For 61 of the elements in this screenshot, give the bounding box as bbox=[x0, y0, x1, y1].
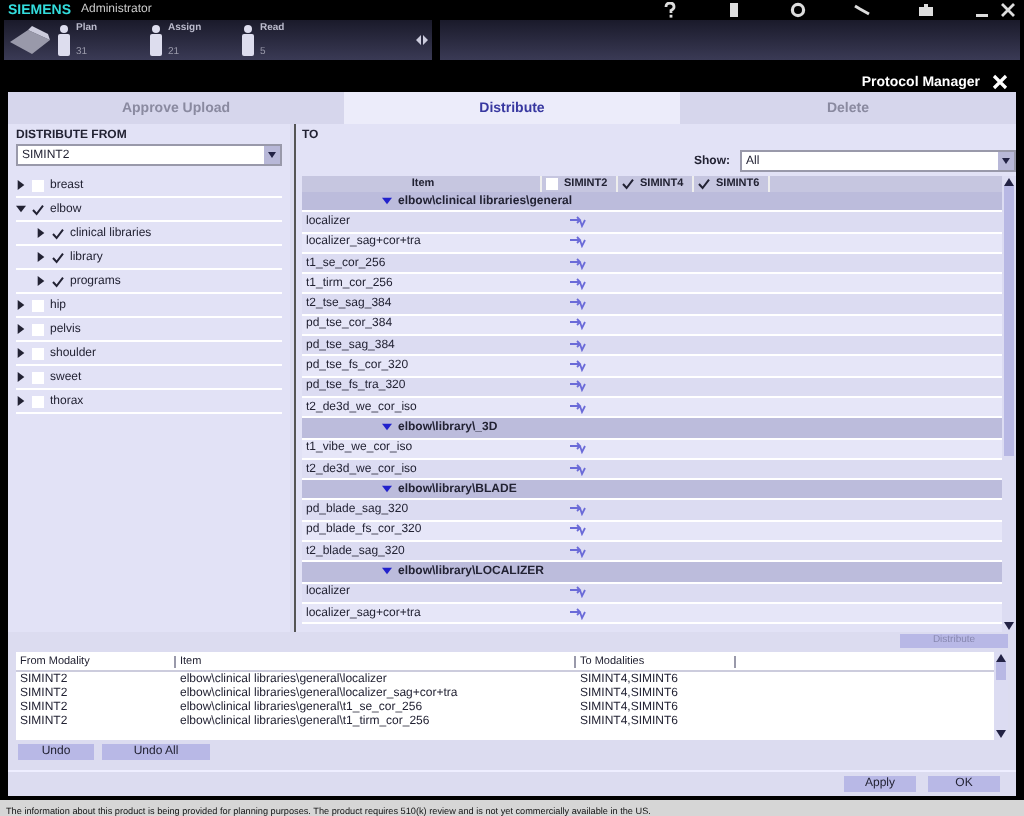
briefcase-icon[interactable] bbox=[918, 2, 934, 18]
checkbox[interactable] bbox=[32, 203, 44, 215]
collapsed-arrow-icon[interactable] bbox=[16, 324, 26, 334]
distribute-arrow-icon[interactable] bbox=[570, 339, 586, 352]
circle-icon[interactable] bbox=[790, 2, 806, 18]
distribute-arrow-icon[interactable] bbox=[570, 215, 586, 228]
distribute-arrow-icon[interactable] bbox=[570, 607, 586, 620]
table-icon bbox=[8, 24, 52, 56]
person-icon bbox=[56, 24, 72, 56]
collapsed-arrow-icon[interactable] bbox=[36, 252, 46, 262]
split-handle-icon[interactable] bbox=[416, 34, 428, 46]
checkbox[interactable] bbox=[32, 347, 44, 359]
expanded-arrow-icon[interactable] bbox=[382, 422, 392, 433]
checkbox[interactable] bbox=[52, 251, 64, 263]
distribute-arrow-icon[interactable] bbox=[570, 463, 586, 475]
collapsed-arrow-icon[interactable] bbox=[36, 228, 46, 238]
checkbox[interactable] bbox=[622, 178, 634, 190]
collapsed-arrow-icon[interactable] bbox=[16, 396, 26, 406]
distribute-arrow-icon[interactable] bbox=[570, 586, 586, 599]
expanded-arrow-icon[interactable] bbox=[16, 204, 26, 214]
distribute-arrow-icon[interactable] bbox=[570, 401, 586, 414]
distribute-arrow-icon[interactable] bbox=[570, 236, 586, 249]
checkbox[interactable] bbox=[32, 323, 44, 335]
device-icon[interactable] bbox=[726, 2, 742, 18]
checkbox[interactable] bbox=[32, 179, 44, 191]
person-icon bbox=[148, 24, 164, 56]
checkbox[interactable] bbox=[52, 275, 64, 287]
expanded-arrow-icon[interactable] bbox=[382, 196, 392, 207]
checkbox[interactable] bbox=[32, 395, 44, 407]
collapsed-arrow-icon[interactable] bbox=[16, 180, 26, 190]
distribute-arrow-icon[interactable] bbox=[570, 360, 586, 373]
scroll-down-icon[interactable] bbox=[1004, 621, 1014, 630]
dropdown-arrow-icon[interactable] bbox=[998, 152, 1014, 170]
distribute-arrow-icon[interactable] bbox=[570, 318, 586, 331]
collapsed-arrow-icon[interactable] bbox=[36, 276, 46, 286]
checkbox[interactable] bbox=[32, 371, 44, 383]
distribute-arrow-icon[interactable] bbox=[570, 442, 586, 455]
help-icon[interactable] bbox=[662, 2, 678, 18]
collapsed-arrow-icon[interactable] bbox=[16, 372, 26, 382]
distribute-arrow-icon[interactable] bbox=[570, 298, 586, 311]
person-icon bbox=[240, 24, 256, 56]
distribute-arrow-icon[interactable] bbox=[570, 277, 586, 290]
scrollbar[interactable] bbox=[1002, 176, 1016, 632]
expanded-arrow-icon[interactable] bbox=[382, 484, 392, 495]
scroll-thumb[interactable] bbox=[1004, 186, 1014, 457]
checkbox[interactable] bbox=[698, 178, 710, 190]
scroll-down-icon[interactable] bbox=[996, 730, 1006, 738]
expanded-arrow-icon[interactable] bbox=[382, 566, 392, 577]
distribute-arrow-icon[interactable] bbox=[570, 380, 586, 393]
distribute-arrow-icon[interactable] bbox=[570, 524, 586, 537]
collapsed-arrow-icon[interactable] bbox=[16, 300, 26, 310]
collapsed-arrow-icon[interactable] bbox=[16, 348, 26, 358]
scroll-thumb[interactable] bbox=[996, 662, 1006, 680]
checkbox[interactable] bbox=[546, 178, 558, 190]
close-icon[interactable] bbox=[1000, 2, 1016, 18]
checkbox[interactable] bbox=[32, 299, 44, 311]
checkbox[interactable] bbox=[52, 227, 64, 239]
distribute-arrow-icon[interactable] bbox=[570, 545, 586, 558]
dropdown-arrow-icon[interactable] bbox=[264, 146, 280, 164]
distribute-arrow-icon[interactable] bbox=[570, 504, 586, 517]
distribute-arrow-icon[interactable] bbox=[570, 257, 586, 270]
